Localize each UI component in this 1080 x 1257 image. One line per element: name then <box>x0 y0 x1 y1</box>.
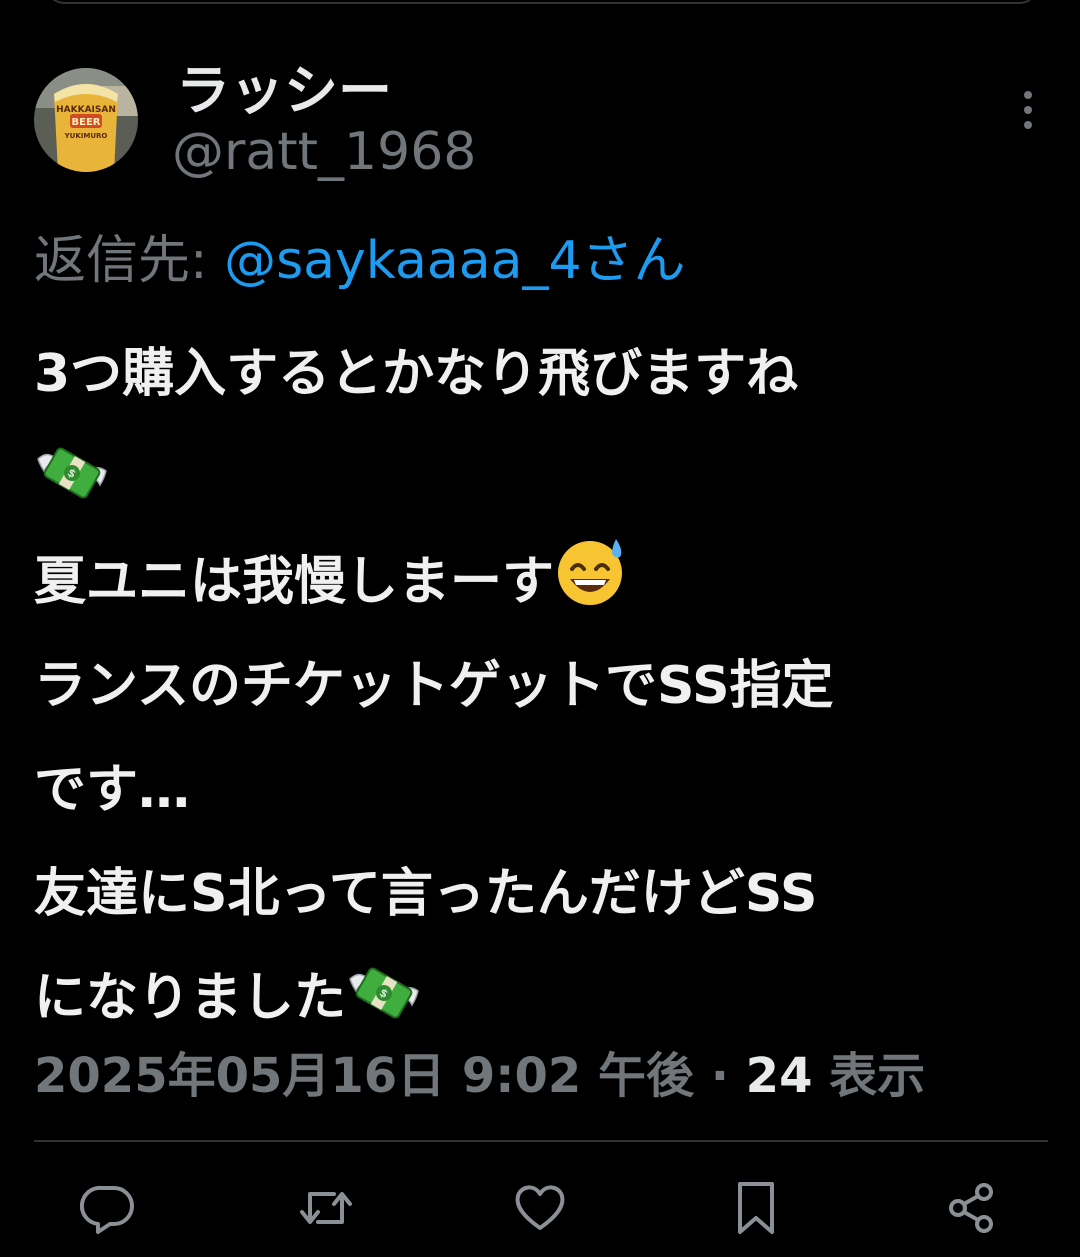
money-with-wings-icon: $ <box>34 436 110 540</box>
bookmark-icon <box>738 1182 774 1234</box>
tweet-line: $ <box>34 426 1054 530</box>
reply-icon <box>80 1185 134 1234</box>
reply-prefix: 返信先: <box>34 231 225 291</box>
reply-mention-link[interactable]: @saykaaaa_4さん <box>224 231 685 291</box>
retweet-button[interactable] <box>298 1180 354 1236</box>
divider <box>34 1140 1048 1142</box>
share-button[interactable] <box>944 1180 1000 1236</box>
views-label: 表示 <box>812 1048 926 1104</box>
avatar[interactable]: HAKKAISAN BEER YUKIMURO <box>34 68 138 172</box>
tweet-line: 3つ購入するとかなり飛びますね <box>34 344 799 404</box>
tweet-line: になりました $ <box>34 946 1054 1050</box>
tweet-line: ランスのチケットゲットでSS指定 <box>34 656 834 716</box>
svg-text:BEER: BEER <box>72 117 101 128</box>
tweet-line: 夏ユニは我慢しまーす <box>34 530 1054 634</box>
timestamp[interactable]: 2025年05月16日 9:02 午後 · <box>34 1048 746 1104</box>
display-name[interactable]: ラッシー <box>176 46 392 125</box>
share-icon <box>949 1183 993 1233</box>
more-options-button[interactable] <box>1008 88 1048 132</box>
retweet-icon <box>300 1192 352 1224</box>
svg-text:HAKKAISAN: HAKKAISAN <box>56 105 116 115</box>
bookmark-button[interactable] <box>728 1180 784 1236</box>
tweet-text: 3つ購入するとかなり飛びますね $ 夏ユニは我慢しまーす ランスのチケットゲット… <box>34 322 1054 1050</box>
reply-button[interactable] <box>80 1180 136 1236</box>
reply-to-line: 返信先: @saykaaaa_4さん <box>34 218 686 293</box>
tweet-line: 友達にS北って言ったんだけどSS <box>34 864 818 924</box>
svg-text:YUKIMURO: YUKIMURO <box>64 132 108 140</box>
tweet-line: です… <box>34 760 191 820</box>
views-count[interactable]: 24 <box>746 1048 813 1104</box>
previous-tweet-card-edge <box>46 0 1038 4</box>
grinning-sweat-icon <box>554 533 630 644</box>
like-icon <box>515 1185 565 1230</box>
more-vertical-icon <box>1024 91 1032 129</box>
tweet-meta: 2025年05月16日 9:02 午後 · 24 表示 <box>34 1036 925 1106</box>
user-handle[interactable]: @ratt_1968 <box>172 122 476 182</box>
like-button[interactable] <box>512 1180 568 1236</box>
